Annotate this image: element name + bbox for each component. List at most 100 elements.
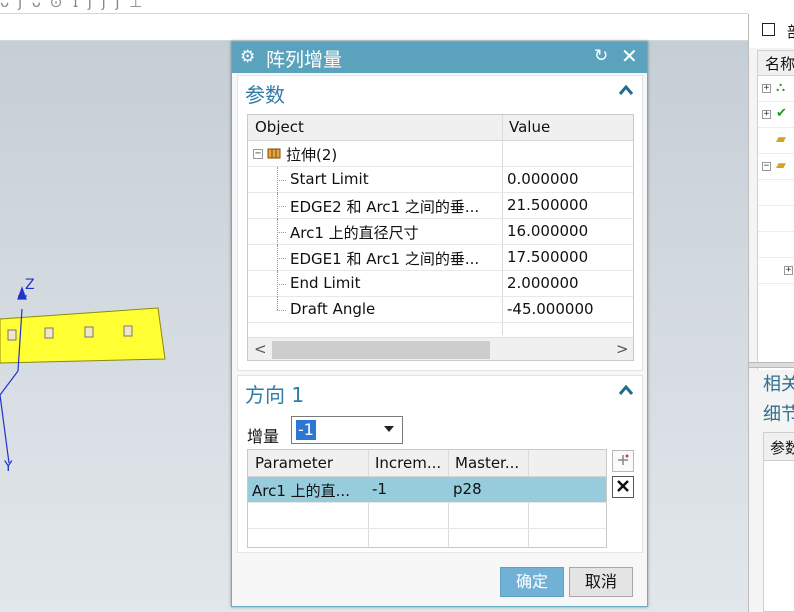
increment-select[interactable]: -1 bbox=[291, 416, 403, 444]
direction-group-title[interactable]: 方向 1 bbox=[245, 379, 304, 408]
table-row[interactable]: Draft Angle -45.000000 bbox=[248, 297, 633, 323]
remove-parameter-button[interactable] bbox=[612, 476, 634, 498]
collapse-icon[interactable]: − bbox=[253, 149, 263, 159]
table-row[interactable]: End Limit 2.000000 bbox=[248, 271, 633, 297]
collapse-icon[interactable]: − bbox=[762, 162, 771, 171]
axis-y-label: Y bbox=[4, 459, 13, 475]
scroll-right-icon[interactable]: > bbox=[616, 340, 629, 358]
increment-label: 增量 bbox=[247, 427, 280, 446]
part-navigator: 部 名称 + ⛬ + ✔ ▰ − ▰ + 相关 细节 参数 bbox=[748, 14, 794, 612]
horizontal-scrollbar[interactable]: < > bbox=[248, 337, 633, 360]
row-value: -45.000000 bbox=[507, 300, 594, 318]
chevron-down-icon[interactable] bbox=[384, 426, 394, 432]
tree-root-row[interactable]: − 拉伸(2) bbox=[248, 141, 633, 167]
boss-feature bbox=[7, 329, 17, 341]
cell-parameter: Arc1 上的直... bbox=[252, 482, 350, 500]
row-name: Start Limit bbox=[290, 170, 369, 188]
cell-master: p28 bbox=[453, 480, 482, 498]
navigator-tree-row[interactable]: + ⛬ bbox=[758, 76, 794, 102]
dialog-title-bar[interactable]: ⚙ 阵列增量 ↻ ✕ bbox=[232, 42, 647, 73]
cancel-button[interactable]: 取消 bbox=[569, 567, 633, 597]
increment-value[interactable]: -1 bbox=[296, 420, 316, 440]
folder-open-icon: ▰ bbox=[776, 158, 786, 173]
panel-splitter[interactable] bbox=[749, 362, 794, 368]
extrude-feature-icon bbox=[267, 148, 281, 159]
top-toolbar: ᴗ ʃ ᴗ ⊙ ɿ ʃ ʃ ʃ ⊥ bbox=[0, 0, 748, 14]
navigator-tree-row[interactable]: + ✔ bbox=[758, 102, 794, 128]
plate-part bbox=[0, 307, 166, 364]
column-header-increment[interactable]: Increm... bbox=[375, 454, 441, 472]
cell-increment[interactable]: -1 bbox=[372, 480, 387, 498]
navigator-checkbox[interactable] bbox=[762, 23, 775, 36]
navigator-column-header[interactable]: 名称 bbox=[757, 50, 794, 76]
expand-icon[interactable]: + bbox=[762, 110, 771, 119]
table-row[interactable]: EDGE2 和 Arc1 之间的垂... 21.500000 bbox=[248, 193, 633, 219]
table-header: Parameter Increm... Master... bbox=[248, 450, 606, 477]
parameters-group: 参数 Object Value − 拉伸(2) Start Limit 0.00… bbox=[237, 75, 643, 371]
gear-icon[interactable]: ⚙ bbox=[240, 47, 255, 67]
collapse-chevron-icon[interactable] bbox=[617, 81, 635, 99]
column-header-object[interactable]: Object bbox=[255, 118, 304, 136]
delete-x-icon bbox=[617, 480, 629, 492]
toolbar-glyphs: ᴗ ʃ ᴗ ⊙ ɿ ʃ ʃ ʃ ⊥ bbox=[0, 0, 145, 11]
row-name: End Limit bbox=[290, 274, 361, 292]
reset-icon[interactable]: ↻ bbox=[594, 46, 608, 66]
direction-1-group: 方向 1 增量 -1 Parameter Increm... Master...… bbox=[237, 375, 643, 553]
row-value: 16.000000 bbox=[507, 222, 589, 240]
table-row[interactable]: Start Limit 0.000000 bbox=[248, 167, 633, 193]
row-name: Arc1 上的直径尺寸 bbox=[290, 224, 419, 242]
add-parameter-button[interactable] bbox=[612, 450, 634, 472]
boss-feature bbox=[123, 325, 133, 337]
navigator-tree-row[interactable] bbox=[758, 206, 794, 232]
row-value: 21.500000 bbox=[507, 196, 589, 214]
row-value: 2.000000 bbox=[507, 274, 579, 292]
dependencies-section-title[interactable]: 相关 bbox=[763, 370, 794, 396]
collapse-chevron-icon[interactable] bbox=[617, 381, 635, 399]
table-row[interactable] bbox=[248, 503, 606, 529]
table-header: Object Value bbox=[248, 115, 633, 141]
axis-triad bbox=[0, 286, 27, 464]
details-column-header[interactable]: 参数 bbox=[764, 433, 794, 461]
folder-icon: ▰ bbox=[776, 132, 786, 147]
table-row[interactable] bbox=[248, 529, 606, 547]
column-header-master[interactable]: Master... bbox=[455, 454, 519, 472]
table-row[interactable]: Arc1 上的直径尺寸 16.000000 bbox=[248, 219, 633, 245]
parameters-group-title[interactable]: 参数 bbox=[245, 79, 285, 108]
navigator-tree: + ⛬ + ✔ ▰ − ▰ + bbox=[757, 76, 794, 370]
boss-feature bbox=[44, 327, 54, 339]
model-views-icon: ⛬ bbox=[776, 80, 786, 95]
object-value-table: Object Value − 拉伸(2) Start Limit 0.00000… bbox=[247, 114, 634, 361]
row-name: EDGE2 和 Arc1 之间的垂... bbox=[290, 198, 480, 216]
row-name: Draft Angle bbox=[290, 300, 376, 318]
column-header-parameter[interactable]: Parameter bbox=[255, 454, 333, 472]
column-header-value[interactable]: Value bbox=[509, 118, 550, 136]
row-value: 0.000000 bbox=[507, 170, 579, 188]
add-sparkle-icon bbox=[618, 454, 629, 465]
pattern-increment-dialog: ⚙ 阵列增量 ↻ ✕ 参数 Object Value − 拉伸(2) Start… bbox=[231, 41, 648, 607]
navigator-tree-row[interactable]: − ▰ bbox=[758, 154, 794, 180]
navigator-tree-row[interactable] bbox=[758, 180, 794, 206]
boss-feature bbox=[84, 326, 94, 338]
scrollbar-thumb[interactable] bbox=[272, 341, 490, 359]
navigator-tree-row[interactable]: ▰ bbox=[758, 128, 794, 154]
tree-root-label: 拉伸(2) bbox=[286, 146, 338, 164]
navigator-title: 部 bbox=[787, 21, 794, 42]
row-name: EDGE1 和 Arc1 之间的垂... bbox=[290, 250, 480, 268]
tool-strip bbox=[0, 14, 748, 41]
expand-icon[interactable]: + bbox=[762, 84, 771, 93]
details-table: 参数 bbox=[763, 432, 794, 612]
dialog-title: 阵列增量 bbox=[266, 49, 343, 71]
details-section-title[interactable]: 细节 bbox=[763, 400, 794, 426]
navigator-tree-row[interactable]: + bbox=[758, 258, 794, 284]
table-row[interactable]: EDGE1 和 Arc1 之间的垂... 17.500000 bbox=[248, 245, 633, 271]
axis-z-label: Z bbox=[25, 277, 35, 293]
ok-button[interactable]: 确定 bbox=[500, 567, 564, 597]
scroll-left-icon[interactable]: < bbox=[254, 340, 267, 358]
expand-icon[interactable]: + bbox=[784, 266, 793, 275]
navigator-title-bar: 部 bbox=[749, 14, 794, 48]
navigator-tree-row[interactable] bbox=[758, 232, 794, 258]
table-row[interactable]: Arc1 上的直... -1 p28 bbox=[248, 477, 606, 503]
parameter-increment-table: Parameter Increm... Master... Arc1 上的直..… bbox=[247, 449, 607, 548]
checkmark-icon: ✔ bbox=[776, 106, 787, 121]
close-icon[interactable]: ✕ bbox=[621, 44, 638, 68]
